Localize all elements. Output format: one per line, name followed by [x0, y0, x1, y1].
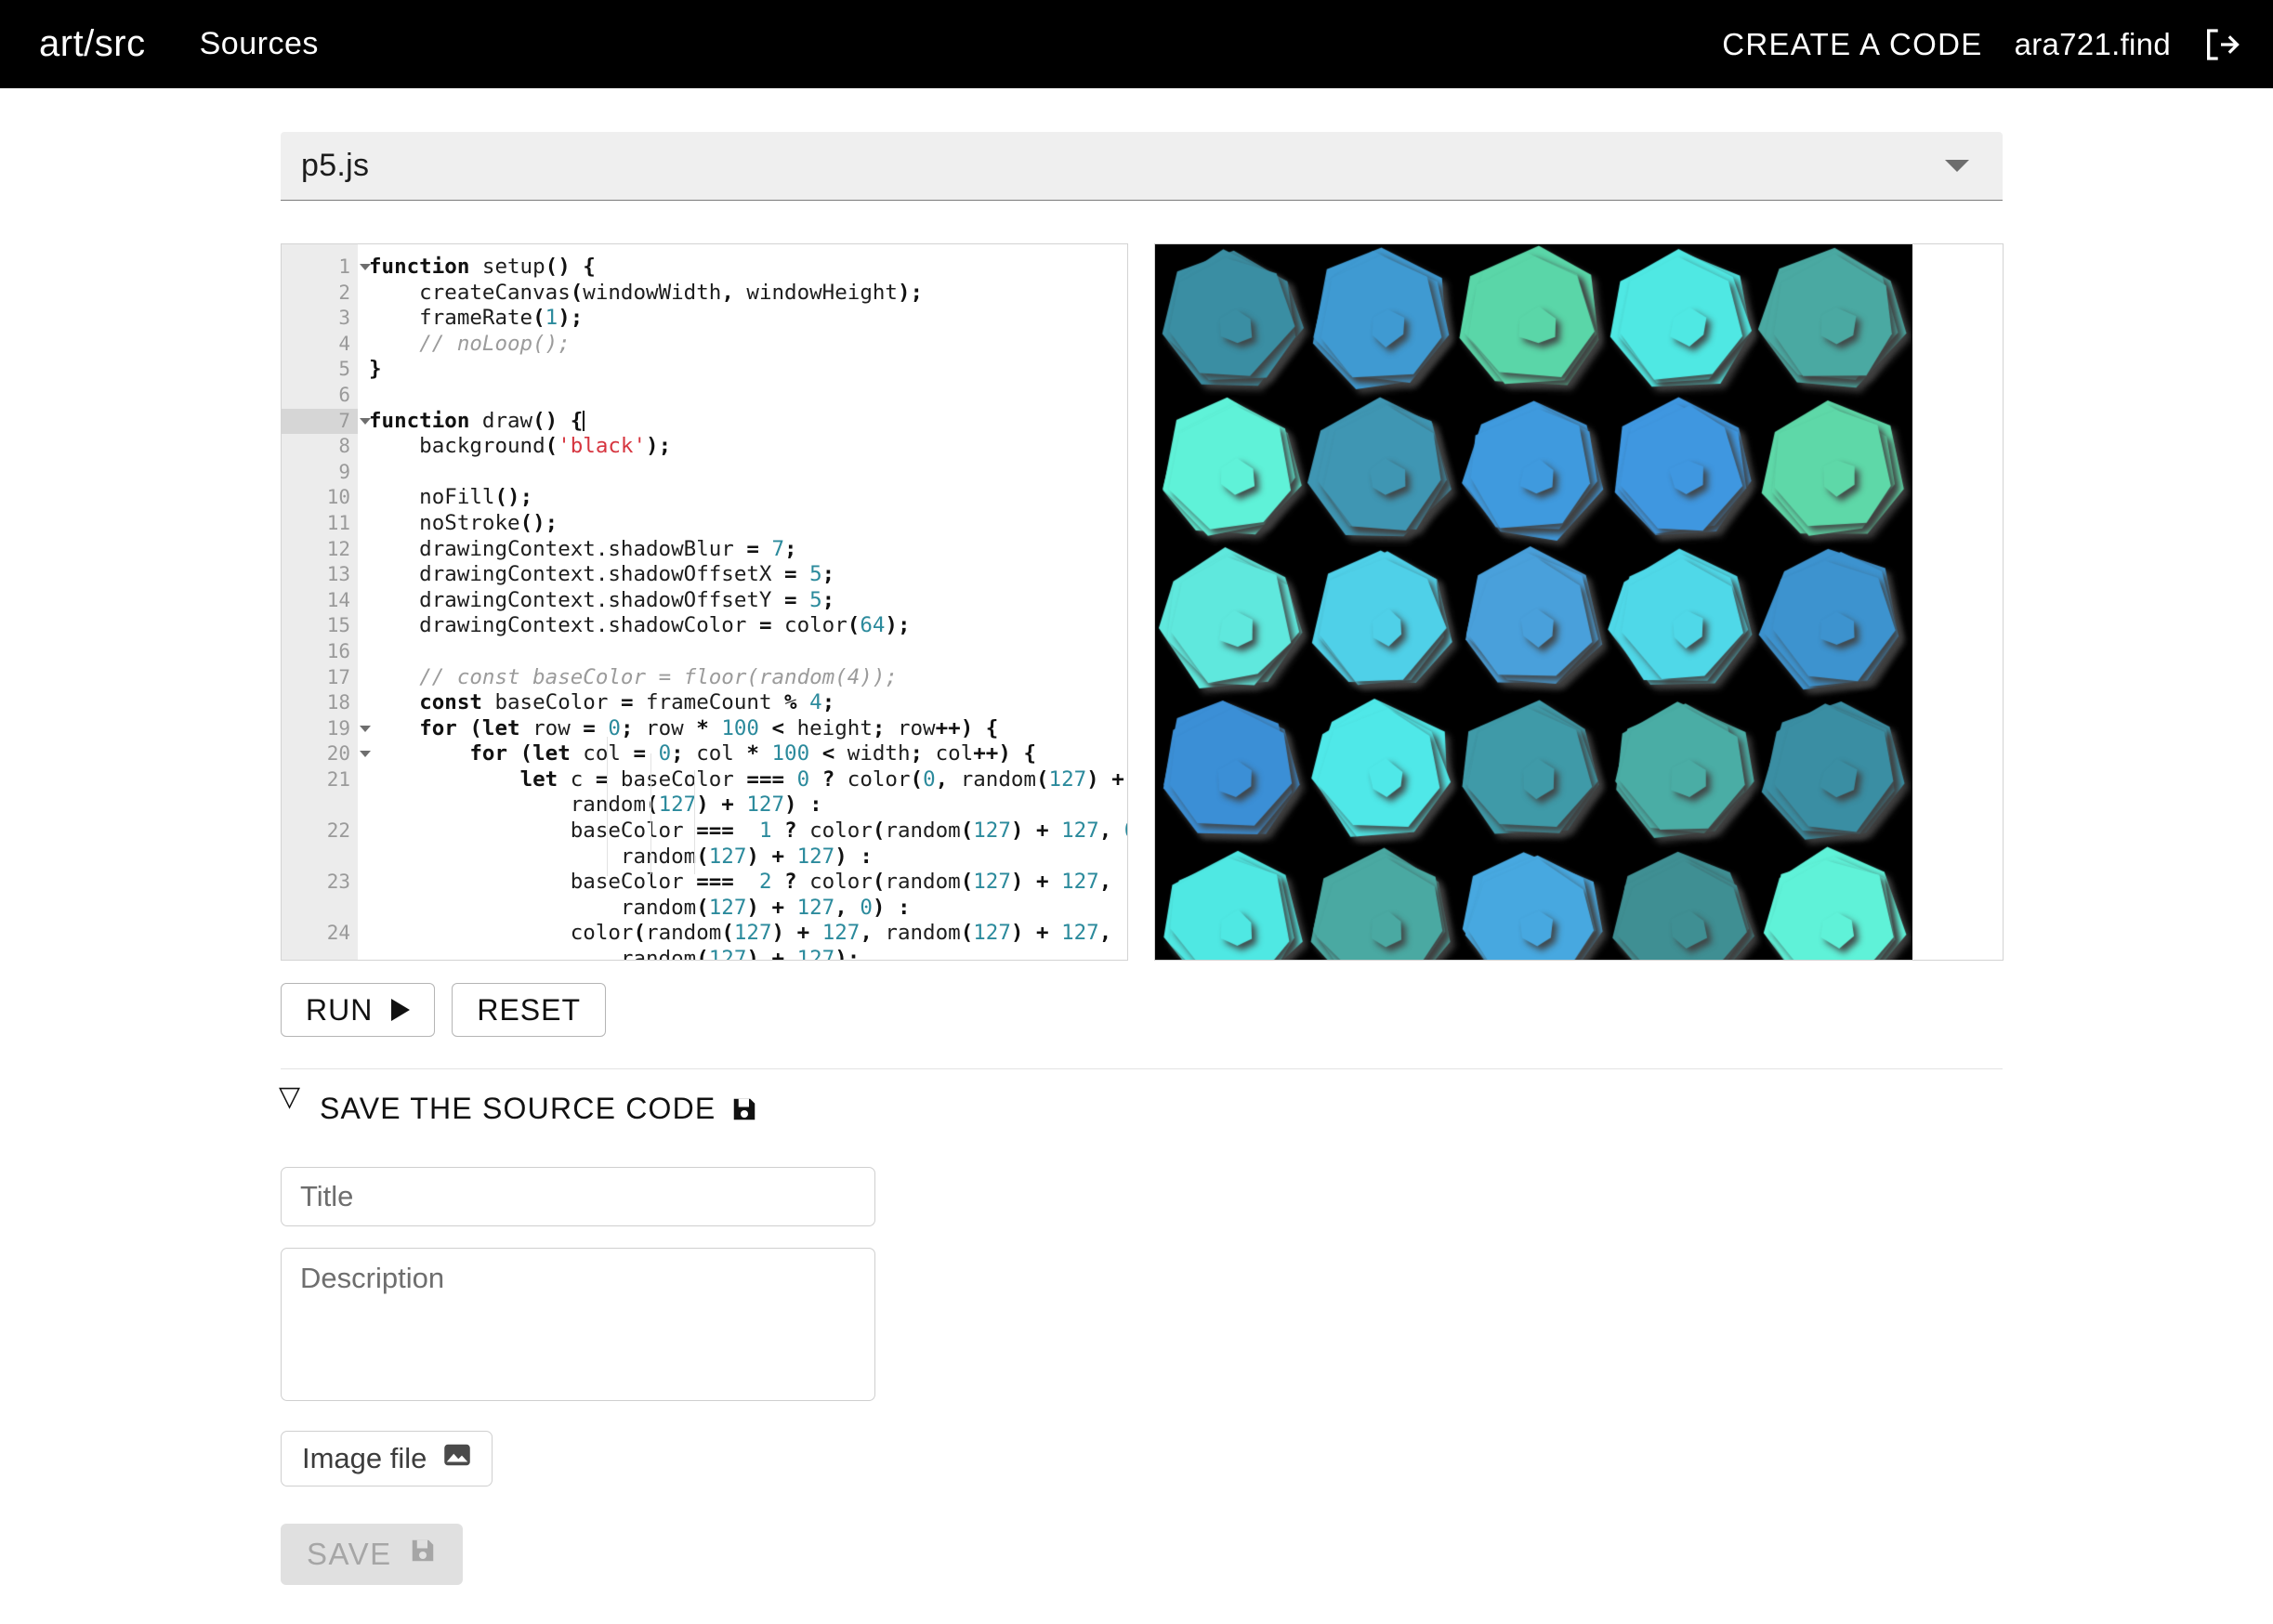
code-line: for (let col = 0; col * 100 < width; col… [469, 741, 1036, 766]
gutter-line-7: 7 [282, 408, 371, 435]
code-line: frameRate(1); [369, 306, 584, 331]
library-select[interactable]: p5.js [281, 132, 2003, 201]
gutter-line-17: 17 [326, 665, 350, 688]
code-line: const baseColor = frameCount % 4; [419, 690, 835, 715]
gutter-line-14: 14 [326, 588, 350, 611]
gutter-line-8: 8 [338, 435, 350, 458]
gutter-line-22: 22 [326, 819, 350, 843]
code-line: for (let row = 0; row * 100 < height; ro… [419, 715, 999, 740]
library-select-value: p5.js [301, 148, 370, 183]
triangle-down-icon [279, 1083, 305, 1120]
gutter-line-20: 20 [282, 741, 371, 767]
indent-guide [607, 737, 608, 876]
title-input[interactable] [281, 1167, 875, 1226]
run-button-label: RUN [306, 992, 374, 1027]
code-line: baseColor === 2 ? color(random(127) + 12… [369, 870, 1112, 895]
nav-item-sources[interactable]: Sources [200, 26, 319, 62]
editor-code-area[interactable]: function setup() { createCanvas(windowWi… [358, 244, 1127, 960]
code-line: random(127) + 127) : [369, 792, 822, 818]
code-line: drawingContext.shadowOffsetX = 5; [369, 562, 835, 587]
gutter-line-11: 11 [326, 511, 350, 534]
code-line: drawingContext.shadowBlur = 7; [369, 536, 797, 561]
sketch-preview-panel [1154, 243, 2004, 961]
create-a-code-link[interactable]: CREATE A CODE [1722, 27, 1982, 62]
gutter-line-wrap [282, 947, 358, 960]
gutter-line-wrap [282, 896, 358, 922]
user-name-link[interactable]: ara721.find [2015, 27, 2171, 62]
code-line: random(127) + 127); [369, 947, 861, 960]
gutter-line-18: 18 [326, 691, 350, 714]
floppy-disk-icon [730, 1095, 758, 1123]
code-line: drawingContext.shadowOffsetY = 5; [369, 587, 835, 612]
gutter-line-2: 2 [338, 281, 350, 304]
gutter-line-13: 13 [326, 563, 350, 586]
code-line: } [369, 357, 382, 382]
brand-logo[interactable]: art/src [39, 23, 146, 65]
description-input[interactable] [281, 1248, 875, 1401]
code-line: drawingContext.shadowColor = color(64); [369, 613, 911, 638]
save-button-label: SAVE [307, 1537, 392, 1571]
play-icon [391, 999, 411, 1021]
gutter-line-1: 1 [282, 255, 371, 281]
gutter-line-6: 6 [338, 383, 350, 406]
gutter-line-wrap [282, 845, 358, 871]
app-header: art/src Sources CREATE A CODE ara721.fin… [0, 0, 2273, 88]
save-section-toggle[interactable]: SAVE THE SOURCE CODE [279, 1083, 758, 1126]
indent-guide [650, 753, 651, 874]
gutter-line-24: 24 [326, 922, 350, 945]
gutter-line-9: 9 [338, 460, 350, 483]
code-line: // noLoop(); [419, 331, 571, 356]
section-divider [281, 1068, 2003, 1069]
image-file-label: Image file [302, 1442, 427, 1474]
code-line: let c = baseColor === 0 ? color(0, rando… [519, 766, 1124, 792]
code-line: background('black'); [369, 434, 672, 459]
gutter-line-5: 5 [338, 358, 350, 381]
code-line: createCanvas(windowWidth, windowHeight); [369, 280, 924, 305]
image-icon [443, 1441, 471, 1476]
gutter-line-wrap [282, 792, 358, 819]
indent-guide [694, 770, 695, 874]
logout-icon[interactable] [2202, 26, 2240, 63]
editor-gutter: 1 2 3 4 5 6 7 8 9 10 11 12 13 14 15 16 17 18 19 20 21 22 23 … [282, 244, 371, 960]
gutter-line-21: 21 [326, 767, 350, 791]
code-line: baseColor === 1 ? color(random(127) + 12… [369, 819, 1127, 844]
save-button[interactable]: SAVE [281, 1524, 463, 1585]
gutter-line-12: 12 [326, 537, 350, 560]
gutter-line-15: 15 [326, 614, 350, 637]
code-line: color(random(127) + 127, random(127) + 1… [369, 921, 1112, 946]
gutter-line-23: 23 [326, 871, 350, 894]
gutter-line-4: 4 [338, 332, 350, 355]
code-line: random(127) + 127, 0) : [369, 895, 911, 920]
editor-action-row: RUN RESET [281, 983, 607, 1037]
code-line: // const baseColor = floor(random(4)); [419, 664, 898, 689]
gutter-line-3: 3 [338, 307, 350, 330]
code-line: function setup() { [369, 255, 596, 279]
chevron-down-icon [1945, 160, 1969, 172]
reset-button-label: RESET [477, 992, 582, 1027]
floppy-disk-icon [409, 1537, 437, 1572]
code-editor[interactable]: 1 2 3 4 5 6 7 8 9 10 11 12 13 14 15 16 17 18 19 20 21 22 23 … [281, 243, 1128, 961]
code-line: random(127) + 127) : [369, 844, 873, 869]
gutter-line-10: 10 [326, 486, 350, 509]
run-button[interactable]: RUN [281, 983, 436, 1037]
gutter-line-16: 16 [326, 639, 350, 662]
header-right-group: CREATE A CODE ara721.find [1722, 26, 2240, 63]
sketch-canvas [1155, 244, 1912, 960]
code-line: noFill(); [369, 485, 533, 510]
code-line: function draw() { [369, 408, 585, 433]
gutter-line-19: 19 [282, 716, 371, 742]
image-file-button[interactable]: Image file [281, 1431, 493, 1486]
code-line: noStroke(); [369, 510, 558, 535]
save-section-heading: SAVE THE SOURCE CODE [320, 1092, 716, 1125]
reset-button[interactable]: RESET [452, 983, 607, 1037]
